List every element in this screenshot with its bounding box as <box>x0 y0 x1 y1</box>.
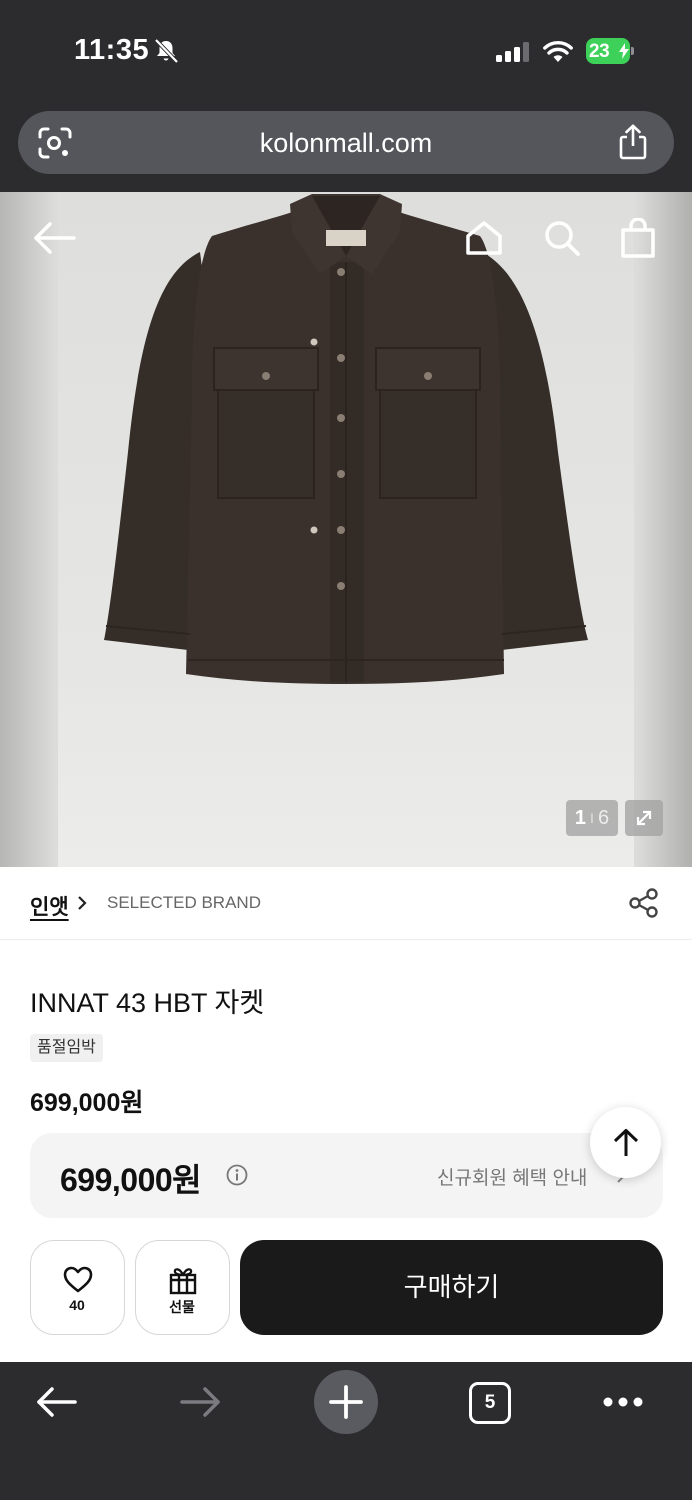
back-arrow-icon[interactable] <box>32 220 76 256</box>
status-badge: 품절임박 <box>30 1034 103 1062</box>
gift-icon <box>169 1268 197 1295</box>
tabs-button[interactable]: 5 <box>469 1382 511 1424</box>
info-icon[interactable] <box>226 1164 248 1186</box>
wifi-icon <box>543 41 573 62</box>
share-icon[interactable] <box>618 124 648 160</box>
plus-icon <box>329 1385 363 1419</box>
product-title: INNAT 43 HBT 자켓 <box>30 988 265 1018</box>
chevron-right-icon <box>78 896 87 910</box>
expand-icon <box>636 810 652 826</box>
image-total: 6 <box>597 806 610 829</box>
brand-row: 인앳 SELECTED BRAND <box>0 867 692 940</box>
product-jacket-image <box>104 194 588 684</box>
bag-icon[interactable] <box>620 218 656 258</box>
new-member-benefit-link[interactable]: 신규회원 혜택 안내 <box>437 1163 587 1190</box>
address-bar[interactable]: kolonmall.com <box>18 111 674 174</box>
gift-button[interactable]: 선물 <box>135 1240 230 1335</box>
brand-category[interactable]: SELECTED BRAND <box>107 893 261 913</box>
status-time: 11:35 <box>74 34 150 66</box>
browser-toolbar: 5 <box>0 1362 692 1500</box>
search-icon[interactable] <box>543 219 581 257</box>
status-bar: 11:35 23 <box>0 0 692 100</box>
browser-address-area: kolonmall.com <box>0 100 692 192</box>
final-price: 699,000원 <box>60 1162 202 1198</box>
home-icon[interactable] <box>465 220 503 256</box>
wishlist-count: 40 <box>69 1297 85 1313</box>
more-icon[interactable] <box>602 1396 644 1408</box>
buy-button[interactable]: 구매하기 <box>240 1240 663 1335</box>
bell-slash-icon <box>154 38 179 64</box>
expand-button[interactable] <box>625 800 663 836</box>
back-icon[interactable] <box>35 1384 77 1420</box>
image-current: 1 <box>574 806 587 829</box>
battery-charging-icon: 23 <box>586 38 634 64</box>
brand-link[interactable]: 인앳 <box>30 891 69 921</box>
wishlist-button[interactable]: 40 <box>30 1240 125 1335</box>
gift-label: 선물 <box>169 1299 195 1315</box>
heart-icon <box>63 1266 93 1293</box>
arrow-up-icon <box>613 1129 639 1156</box>
price-summary-box: 699,000원 신규회원 혜택 안내 <box>30 1133 663 1218</box>
product-price: 699,000원 <box>30 1089 144 1117</box>
forward-icon[interactable] <box>180 1384 222 1420</box>
image-separator: I <box>590 810 594 826</box>
share-nodes-icon[interactable] <box>628 887 660 919</box>
scroll-to-top-button[interactable] <box>590 1107 661 1178</box>
battery-level: 23 <box>589 41 610 62</box>
image-counter: 1 I 6 <box>566 800 618 836</box>
cellular-signal-icon <box>496 42 529 62</box>
url-text[interactable]: kolonmall.com <box>18 128 674 159</box>
product-info-panel: 인앳 SELECTED BRAND INNAT 43 HBT 자켓 품절임박 6… <box>0 867 692 1362</box>
product-image-gallery[interactable]: 1 I 6 <box>0 192 692 867</box>
new-tab-button[interactable] <box>314 1370 378 1434</box>
